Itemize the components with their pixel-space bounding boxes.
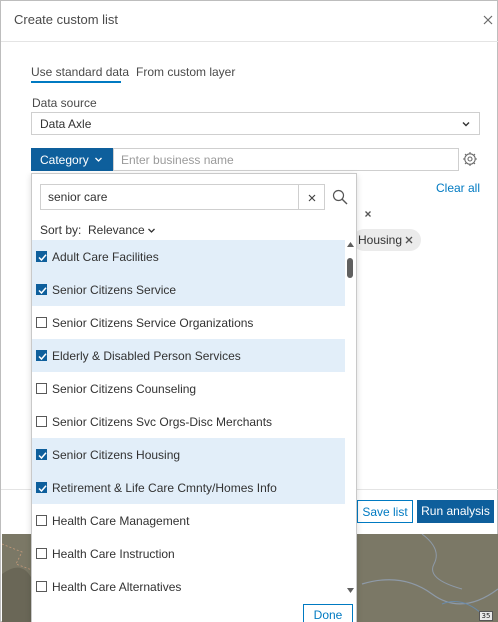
clear-search-button[interactable] xyxy=(299,184,325,210)
save-list-button[interactable]: Save list xyxy=(357,500,413,523)
category-option-label: Senior Citizens Counseling xyxy=(52,382,197,396)
selected-category-chip: Housing xyxy=(353,229,421,251)
checkbox-checked[interactable] xyxy=(36,482,47,493)
category-option[interactable]: Adult Care Facilities xyxy=(32,240,345,273)
category-option[interactable]: Health Care Management xyxy=(32,504,345,537)
category-search: senior care xyxy=(40,184,354,210)
chevron-down-icon xyxy=(462,122,470,127)
scrollbar-thumb[interactable] xyxy=(347,258,353,278)
category-option[interactable]: Health Care Instruction xyxy=(32,537,345,570)
category-button-label: Category xyxy=(40,153,89,167)
done-button[interactable]: Done xyxy=(303,604,353,622)
checkbox-unchecked[interactable] xyxy=(36,581,47,592)
run-analysis-button[interactable]: Run analysis xyxy=(417,500,494,523)
category-button[interactable]: Category xyxy=(31,148,113,171)
category-option[interactable]: Retirement & Life Care Cmnty/Homes Info xyxy=(32,471,345,504)
tab-from-custom-layer[interactable]: From custom layer xyxy=(136,65,235,79)
close-icon[interactable] xyxy=(481,13,495,27)
save-list-label: Save list xyxy=(362,505,408,519)
category-search-value: senior care xyxy=(48,190,108,204)
category-option[interactable]: Health Care Alternatives xyxy=(32,570,345,603)
category-option-label: Senior Citizens Housing xyxy=(52,448,181,462)
category-search-input[interactable]: senior care xyxy=(40,184,299,210)
chevron-down-icon[interactable] xyxy=(147,226,156,235)
category-option[interactable]: Elderly & Disabled Person Services xyxy=(32,339,345,372)
map-route-badge: 35 xyxy=(479,611,493,621)
header-divider xyxy=(1,41,498,42)
active-tab-indicator xyxy=(31,81,121,83)
search-icon[interactable] xyxy=(332,189,348,205)
checkbox-checked[interactable] xyxy=(36,284,47,295)
sort-by-label: Sort by: xyxy=(40,223,82,237)
checkbox-unchecked[interactable] xyxy=(36,383,47,394)
category-option-label: Senior Citizens Svc Orgs-Disc Merchants xyxy=(52,415,273,429)
category-option[interactable]: Senior Citizens Service xyxy=(32,273,345,306)
data-source-label: Data source xyxy=(32,96,97,110)
chevron-down-icon xyxy=(95,157,102,162)
chip-remove-icon[interactable] xyxy=(360,207,378,223)
category-option-label: Elderly & Disabled Person Services xyxy=(52,349,241,363)
chip-label: Housing xyxy=(358,233,403,247)
business-name-input[interactable]: Enter business name xyxy=(113,148,459,171)
checkbox-checked[interactable] xyxy=(36,251,47,262)
category-option-label: Health Care Instruction xyxy=(52,547,175,561)
checkbox-unchecked[interactable] xyxy=(36,317,47,328)
close-icon[interactable] xyxy=(405,236,413,244)
data-source-value: Data Axle xyxy=(40,117,92,131)
category-option[interactable]: Senior Citizens Housing xyxy=(32,438,345,471)
category-option-label: Health Care Alternatives xyxy=(52,580,182,594)
category-option-label: Senior Citizens Service Organizations xyxy=(52,316,254,330)
data-source-select[interactable]: Data Axle xyxy=(31,112,480,135)
scroll-down-icon[interactable] xyxy=(347,588,354,593)
close-icon xyxy=(308,194,316,202)
dialog: Create custom list Use standard data Fro… xyxy=(0,0,498,622)
category-option[interactable]: Senior Citizens Svc Orgs-Disc Merchants xyxy=(32,405,345,438)
category-dropdown: senior care Sort by: Relevance Adult Car… xyxy=(31,173,357,622)
category-option-label: Senior Citizens Service xyxy=(52,283,177,297)
checkbox-unchecked[interactable] xyxy=(36,515,47,526)
clear-all-link[interactable]: Clear all xyxy=(436,181,480,195)
checkbox-unchecked[interactable] xyxy=(36,548,47,559)
dialog-title: Create custom list xyxy=(14,12,119,27)
category-option-label: Retirement & Life Care Cmnty/Homes Info xyxy=(52,481,277,495)
tab-use-standard-data[interactable]: Use standard data xyxy=(31,65,129,79)
business-name-placeholder: Enter business name xyxy=(121,153,234,167)
checkbox-checked[interactable] xyxy=(36,449,47,460)
category-option-label: Health Care Management xyxy=(52,514,190,528)
gear-icon[interactable] xyxy=(462,151,478,167)
category-option-label: Adult Care Facilities xyxy=(52,250,159,264)
category-option[interactable]: Senior Citizens Service Organizations xyxy=(32,306,345,339)
run-analysis-label: Run analysis xyxy=(421,504,490,518)
category-option[interactable]: Senior Citizens Counseling xyxy=(32,372,345,405)
checkbox-unchecked[interactable] xyxy=(36,416,47,427)
checkbox-checked[interactable] xyxy=(36,350,47,361)
sort-by-select[interactable]: Relevance xyxy=(88,223,145,237)
category-list-scrollbar[interactable] xyxy=(345,240,356,598)
scroll-up-icon[interactable] xyxy=(347,242,354,247)
category-list: Adult Care Facilities Senior Citizens Ser… xyxy=(32,240,345,604)
done-label: Done xyxy=(313,608,343,622)
